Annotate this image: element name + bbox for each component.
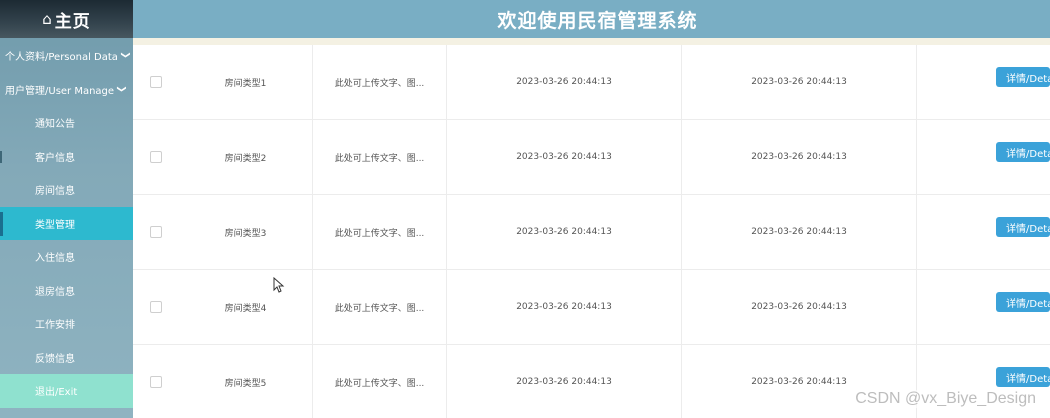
sidebar-item-label: 入住信息 <box>35 253 75 265</box>
action-cell: 详情/Details <box>917 270 1050 344</box>
row-checkbox[interactable] <box>150 226 162 238</box>
page-title: 欢迎使用民宿管理系统 <box>497 9 698 32</box>
data-table: 房间类型1 此处可上传文字、图... 2023-03-26 20:44:13 2… <box>133 45 1050 418</box>
desc-cell: 此处可上传文字、图... <box>313 195 447 269</box>
created-time-cell: 2023-03-26 20:44:13 <box>447 195 682 269</box>
sidebar-item-room[interactable]: 房间信息 <box>0 173 133 207</box>
sidebar-item-exit[interactable]: 退出/Exit <box>0 374 133 408</box>
row-checkbox-cell <box>133 345 179 418</box>
created-time-cell: 2023-03-26 20:44:13 <box>447 45 682 119</box>
sidebar-item-checkout[interactable]: 退房信息 <box>0 274 133 308</box>
sidebar-item-label: 通知公告 <box>35 119 75 131</box>
desc-cell: 此处可上传文字、图... <box>313 45 447 119</box>
chevron-down-icon: ❯ <box>115 85 126 93</box>
type-cell: 房间类型1 <box>179 45 313 119</box>
sidebar-item-notice[interactable]: 通知公告 <box>0 106 133 140</box>
action-cell: 详情/Details <box>917 195 1050 269</box>
menu-group-personal-data[interactable]: 个人资料/Personal Data ❯ <box>0 38 133 72</box>
watermark: CSDN @vx_Biye_Design <box>855 390 1036 408</box>
created-time-cell: 2023-03-26 20:44:13 <box>447 345 682 418</box>
top-header: 欢迎使用民宿管理系统 <box>133 0 1050 38</box>
chevron-down-icon: ❯ <box>119 51 130 59</box>
item-marker <box>0 150 2 163</box>
desc-cell: 此处可上传文字、图... <box>313 345 447 418</box>
desc-cell: 此处可上传文字、图... <box>313 120 447 194</box>
action-cell: 详情/Details <box>917 45 1050 119</box>
details-button[interactable]: 详情/Details <box>996 67 1050 87</box>
type-cell: 房间类型3 <box>179 195 313 269</box>
sidebar-item-label: 房间信息 <box>35 186 75 198</box>
mouse-cursor-icon <box>273 277 285 293</box>
details-button[interactable]: 详情/Details <box>996 292 1050 312</box>
menu-group-label: 用户管理/User Manage <box>5 85 115 97</box>
action-cell: 详情/Details <box>917 120 1050 194</box>
updated-time-cell: 2023-03-26 20:44:13 <box>682 120 917 194</box>
table-row: 房间类型4 此处可上传文字、图... 2023-03-26 20:44:13 2… <box>133 270 1050 345</box>
sidebar: ⌂ 主页 个人资料/Personal Data ❯ 用户管理/User Mana… <box>0 0 133 418</box>
sidebar-item-work-schedule[interactable]: 工作安排 <box>0 307 133 341</box>
created-time-cell: 2023-03-26 20:44:13 <box>447 120 682 194</box>
updated-time-cell: 2023-03-26 20:44:13 <box>682 45 917 119</box>
home-label: 主页 <box>54 11 91 32</box>
sidebar-item-label: 类型管理 <box>35 219 75 231</box>
sidebar-item-label: 工作安排 <box>35 320 75 332</box>
sidebar-item-label: 退房信息 <box>35 286 75 298</box>
type-cell: 房间类型4 <box>179 270 313 344</box>
created-time-cell: 2023-03-26 20:44:13 <box>447 270 682 344</box>
type-cell: 房间类型5 <box>179 345 313 418</box>
home-button[interactable]: ⌂ 主页 <box>0 0 133 38</box>
sidebar-item-customer[interactable]: 客户信息 <box>0 140 133 174</box>
menu-group-label: 个人资料/Personal Data <box>5 51 118 63</box>
table-row: 房间类型1 此处可上传文字、图... 2023-03-26 20:44:13 2… <box>133 45 1050 120</box>
desc-cell: 此处可上传文字、图... <box>313 270 447 344</box>
details-button[interactable]: 详情/Details <box>996 367 1050 387</box>
sidebar-item-label: 客户信息 <box>35 152 75 164</box>
table-row: 房间类型3 此处可上传文字、图... 2023-03-26 20:44:13 2… <box>133 195 1050 270</box>
updated-time-cell: 2023-03-26 20:44:13 <box>682 195 917 269</box>
header-strip <box>133 38 1050 45</box>
row-checkbox-cell <box>133 195 179 269</box>
sidebar-item-label: 反馈信息 <box>35 353 75 365</box>
row-checkbox-cell <box>133 45 179 119</box>
row-checkbox[interactable] <box>150 151 162 163</box>
updated-time-cell: 2023-03-26 20:44:13 <box>682 270 917 344</box>
row-checkbox[interactable] <box>150 76 162 88</box>
sidebar-item-feedback[interactable]: 反馈信息 <box>0 341 133 375</box>
sidebar-item-label: 退出/Exit <box>35 387 78 399</box>
details-button[interactable]: 详情/Details <box>996 217 1050 237</box>
type-cell: 房间类型2 <box>179 120 313 194</box>
menu-group-user-manage[interactable]: 用户管理/User Manage ❯ <box>0 72 133 106</box>
sidebar-item-checkin[interactable]: 入住信息 <box>0 240 133 274</box>
details-button[interactable]: 详情/Details <box>996 142 1050 162</box>
row-checkbox[interactable] <box>150 301 162 313</box>
sidebar-item-type-manage[interactable]: 类型管理 <box>0 206 133 240</box>
row-checkbox-cell <box>133 120 179 194</box>
row-checkbox-cell <box>133 270 179 344</box>
table-row: 房间类型2 此处可上传文字、图... 2023-03-26 20:44:13 2… <box>133 120 1050 195</box>
home-icon: ⌂ <box>42 10 53 28</box>
row-checkbox[interactable] <box>150 376 162 388</box>
